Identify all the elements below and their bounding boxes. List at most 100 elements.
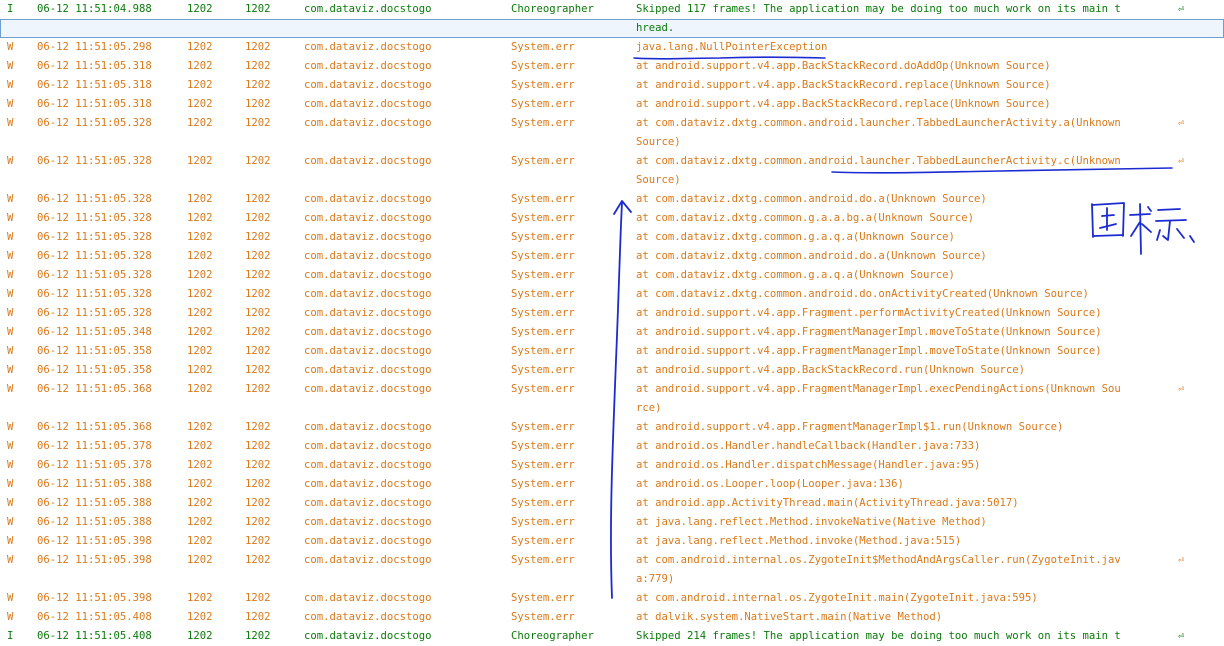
log-application: com.dataviz.docstogo: [304, 269, 432, 281]
log-pid: 1202: [187, 193, 213, 205]
log-application: com.dataviz.docstogo: [304, 440, 432, 452]
log-time: 06-12 11:51:05.328: [37, 117, 152, 129]
log-tag: System.err: [511, 440, 575, 452]
log-text: at android.os.Looper.loop(Looper.java:13…: [636, 478, 904, 490]
log-tid: 1202: [245, 326, 271, 338]
log-pid: 1202: [187, 98, 213, 110]
log-pid: 1202: [187, 3, 213, 15]
log-pid: 1202: [187, 117, 213, 129]
log-row[interactable]: I 06-12 11:51:04.988 1202 1202 com.dataviz.d…: [0, 0, 1224, 19]
log-row[interactable]: W 06-12 11:51:05.368 1202 1202 com.dataviz.d…: [0, 418, 1224, 437]
log-tag: System.err: [511, 383, 575, 395]
log-row[interactable]: W 06-12 11:51:05.328 1202 1202 com.dataviz.d…: [0, 114, 1224, 133]
log-row[interactable]: W 06-12 11:51:05.378 1202 1202 com.dataviz.d…: [0, 456, 1224, 475]
log-row-continuation[interactable]: a:779): [0, 570, 1224, 589]
log-tid: 1202: [245, 269, 271, 281]
log-tag: System.err: [511, 231, 575, 243]
log-application: com.dataviz.docstogo: [304, 478, 432, 490]
log-text: at android.support.v4.app.FragmentManage…: [636, 421, 1064, 433]
log-row[interactable]: W 06-12 11:51:05.328 1202 1202 com.dataviz.d…: [0, 190, 1224, 209]
log-tag: System.err: [511, 516, 575, 528]
log-row[interactable]: W 06-12 11:51:05.358 1202 1202 com.dataviz.d…: [0, 342, 1224, 361]
log-application: com.dataviz.docstogo: [304, 41, 432, 53]
log-application: com.dataviz.docstogo: [304, 630, 432, 642]
log-row-continuation[interactable]: rce): [0, 399, 1224, 418]
log-row[interactable]: W 06-12 11:51:05.328 1202 1202 com.dataviz.d…: [0, 228, 1224, 247]
log-tag: System.err: [511, 98, 575, 110]
log-row[interactable]: W 06-12 11:51:05.328 1202 1202 com.dataviz.d…: [0, 304, 1224, 323]
log-text: Skipped 214 frames! The application may …: [636, 630, 1121, 642]
log-row[interactable]: W 06-12 11:51:05.318 1202 1202 com.dataviz.d…: [0, 76, 1224, 95]
log-tid: 1202: [245, 383, 271, 395]
log-row[interactable]: W 06-12 11:51:05.398 1202 1202 com.dataviz.d…: [0, 589, 1224, 608]
log-tid: 1202: [245, 364, 271, 376]
log-tag: System.err: [511, 535, 575, 547]
log-time: 06-12 11:51:05.358: [37, 364, 152, 376]
log-tid: 1202: [245, 288, 271, 300]
log-application: com.dataviz.docstogo: [304, 250, 432, 262]
log-tag: System.err: [511, 79, 575, 91]
log-row[interactable]: W 06-12 11:51:05.298 1202 1202 com.dataviz.d…: [0, 38, 1224, 57]
logcat-table: I 06-12 11:51:04.988 1202 1202 com.dataviz.d…: [0, 0, 1224, 646]
log-text: at android.support.v4.app.BackStackRecor…: [636, 60, 1051, 72]
line-wrap-icon: ⏎: [1178, 555, 1185, 566]
log-row[interactable]: W 06-12 11:51:05.388 1202 1202 com.dataviz.d…: [0, 513, 1224, 532]
log-time: 06-12 11:51:05.368: [37, 421, 152, 433]
log-text: Skipped 117 frames! The application may …: [636, 3, 1121, 15]
log-tag: System.err: [511, 288, 575, 300]
log-pid: 1202: [187, 231, 213, 243]
log-level: W: [7, 554, 14, 566]
log-row[interactable]: W 06-12 11:51:05.388 1202 1202 com.dataviz.d…: [0, 475, 1224, 494]
log-pid: 1202: [187, 155, 213, 167]
line-wrap-icon: ⏎: [1178, 118, 1185, 129]
log-application: com.dataviz.docstogo: [304, 592, 432, 604]
log-tid: 1202: [245, 592, 271, 604]
log-row[interactable]: W 06-12 11:51:05.388 1202 1202 com.dataviz.d…: [0, 494, 1224, 513]
log-row[interactable]: W 06-12 11:51:05.398 1202 1202 com.dataviz.d…: [0, 551, 1224, 570]
log-text: at android.support.v4.app.FragmentManage…: [636, 345, 1102, 357]
log-row[interactable]: W 06-12 11:51:05.348 1202 1202 com.dataviz.d…: [0, 323, 1224, 342]
log-row[interactable]: W 06-12 11:51:05.328 1202 1202 com.dataviz.d…: [0, 247, 1224, 266]
log-row[interactable]: I 06-12 11:51:05.408 1202 1202 com.dataviz.d…: [0, 627, 1224, 646]
log-row-continuation[interactable]: hread.: [0, 19, 1224, 38]
log-application: com.dataviz.docstogo: [304, 383, 432, 395]
log-pid: 1202: [187, 611, 213, 623]
log-text: at android.support.v4.app.Fragment.perfo…: [636, 307, 1102, 319]
log-row[interactable]: W 06-12 11:51:05.408 1202 1202 com.dataviz.d…: [0, 608, 1224, 627]
log-row[interactable]: W 06-12 11:51:05.358 1202 1202 com.dataviz.d…: [0, 361, 1224, 380]
log-pid: 1202: [187, 440, 213, 452]
log-tag: System.err: [511, 497, 575, 509]
log-level: W: [7, 288, 14, 300]
log-row[interactable]: W 06-12 11:51:05.328 1202 1202 com.dataviz.d…: [0, 152, 1224, 171]
log-tag: System.err: [511, 326, 575, 338]
log-text: at com.dataviz.dxtg.common.g.a.q.a(Unkno…: [636, 231, 955, 243]
log-row[interactable]: W 06-12 11:51:05.318 1202 1202 com.dataviz.d…: [0, 95, 1224, 114]
log-tag: System.err: [511, 60, 575, 72]
log-tag: System.err: [511, 250, 575, 262]
log-application: com.dataviz.docstogo: [304, 611, 432, 623]
log-tag: Choreographer: [511, 3, 594, 15]
log-row[interactable]: W 06-12 11:51:05.378 1202 1202 com.dataviz.d…: [0, 437, 1224, 456]
log-row[interactable]: W 06-12 11:51:05.328 1202 1202 com.dataviz.d…: [0, 209, 1224, 228]
log-application: com.dataviz.docstogo: [304, 459, 432, 471]
log-level: W: [7, 212, 14, 224]
log-tag: System.err: [511, 611, 575, 623]
log-text: Source): [636, 136, 681, 148]
log-tag: System.err: [511, 212, 575, 224]
log-row[interactable]: W 06-12 11:51:05.318 1202 1202 com.dataviz.d…: [0, 57, 1224, 76]
log-pid: 1202: [187, 535, 213, 547]
log-time: 06-12 11:51:05.328: [37, 250, 152, 262]
log-row[interactable]: W 06-12 11:51:05.368 1202 1202 com.dataviz.d…: [0, 380, 1224, 399]
log-time: 06-12 11:51:05.328: [37, 193, 152, 205]
log-row-continuation[interactable]: Source): [0, 133, 1224, 152]
log-pid: 1202: [187, 250, 213, 262]
log-row[interactable]: W 06-12 11:51:05.398 1202 1202 com.dataviz.d…: [0, 532, 1224, 551]
log-tid: 1202: [245, 611, 271, 623]
log-row[interactable]: W 06-12 11:51:05.328 1202 1202 com.dataviz.d…: [0, 285, 1224, 304]
log-application: com.dataviz.docstogo: [304, 326, 432, 338]
log-text: hread.: [636, 22, 675, 34]
log-application: com.dataviz.docstogo: [304, 497, 432, 509]
log-row[interactable]: W 06-12 11:51:05.328 1202 1202 com.dataviz.d…: [0, 266, 1224, 285]
log-row-continuation[interactable]: Source): [0, 171, 1224, 190]
log-level: W: [7, 41, 14, 53]
